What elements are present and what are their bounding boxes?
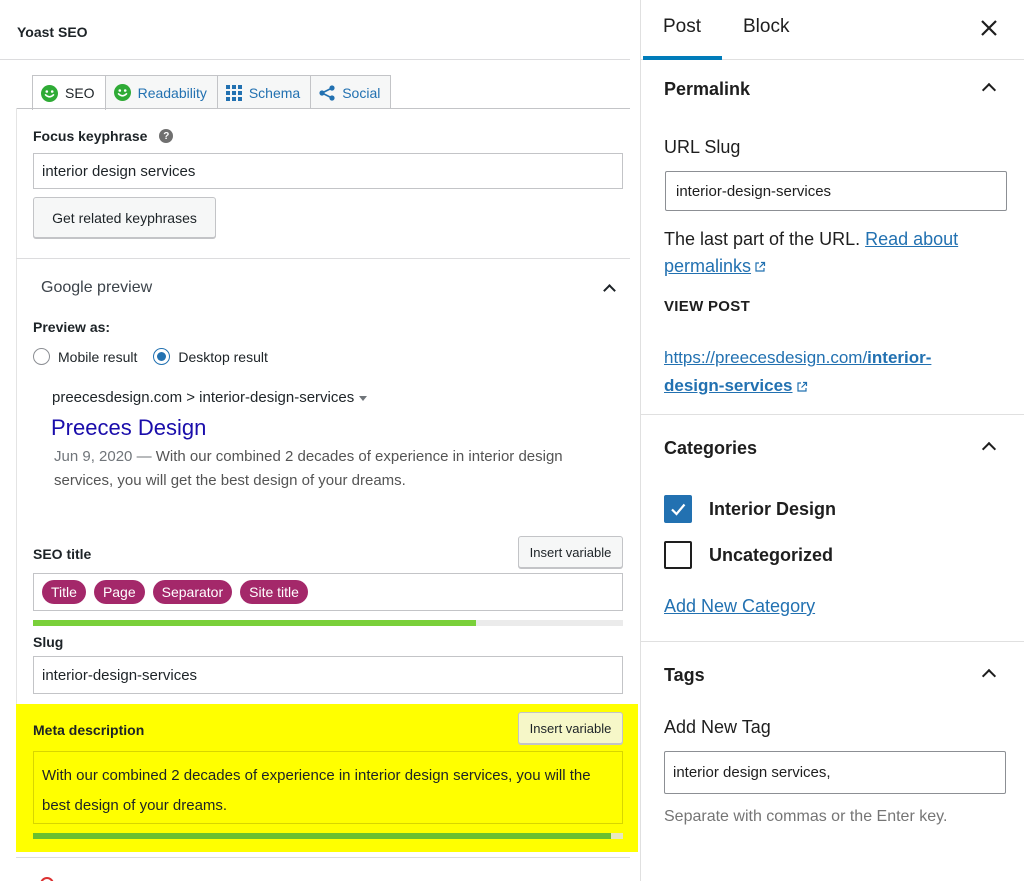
tab-schema[interactable]: Schema: [217, 75, 312, 109]
tab-schema-label: Schema: [248, 84, 301, 101]
slug-input[interactable]: interior-design-services: [33, 656, 623, 694]
meta-description-label: Meta description: [33, 722, 145, 738]
read-about-link[interactable]: Read about: [865, 229, 958, 249]
mobile-result-label[interactable]: Mobile result: [58, 349, 137, 365]
seo-title-label: SEO title: [33, 546, 92, 562]
view-post-label: VIEW POST: [664, 298, 751, 315]
yoast-title: Yoast SEO: [17, 24, 88, 40]
desktop-result-label[interactable]: Desktop result: [178, 349, 267, 365]
section-divider: [641, 641, 1024, 642]
separator-variable-pill[interactable]: Separator: [152, 580, 233, 604]
view-post-url-slug-1[interactable]: interior-: [867, 348, 931, 367]
insert-variable-button[interactable]: Insert variable: [518, 536, 623, 568]
active-tab-indicator: [643, 56, 722, 60]
seo-title-input[interactable]: Title Page Separator Site title: [33, 573, 623, 611]
view-post-url-slug-2[interactable]: design-services: [664, 376, 793, 395]
serp-title[interactable]: Preeces Design: [51, 415, 206, 441]
section-divider: [16, 258, 630, 259]
categories-title[interactable]: Categories: [664, 438, 757, 459]
checkmark-icon: [671, 503, 686, 516]
status-icon: [40, 877, 54, 881]
insert-variable-button[interactable]: Insert variable: [518, 712, 623, 744]
permalinks-link[interactable]: permalinks: [664, 256, 751, 276]
external-link-icon: [755, 262, 766, 272]
sidebar-tabs: Post Block: [641, 0, 1024, 60]
tab-readability-label: Readability: [137, 84, 207, 101]
add-new-tag-label: Add New Tag: [664, 717, 771, 737]
get-related-keyphrases-button[interactable]: Get related keyphrases: [33, 197, 216, 238]
help-icon[interactable]: ?: [159, 129, 174, 144]
tab-readability[interactable]: Readability: [105, 75, 218, 109]
add-new-category-link[interactable]: Add New Category: [664, 596, 815, 617]
meta-description-progress-fill: [33, 833, 612, 839]
permalink-title[interactable]: Permalink: [664, 79, 750, 100]
category-label-uncategorized[interactable]: Uncategorized: [709, 545, 833, 566]
tags-title[interactable]: Tags: [664, 665, 705, 686]
tab-social[interactable]: Social: [311, 75, 392, 109]
tab-seo-label: SEO: [65, 85, 95, 101]
url-slug-input[interactable]: interior-design-services: [665, 171, 1007, 211]
yoast-tabs: SEO Readability Schema Social: [32, 75, 392, 110]
yoast-header: Yoast SEO: [0, 0, 630, 60]
view-post-link[interactable]: https://preecesdesign.com/interior- desi…: [664, 344, 994, 400]
close-icon[interactable]: [977, 16, 1001, 40]
page-variable-pill[interactable]: Page: [93, 580, 145, 604]
preview-mode-radios: Mobile result Desktop result: [33, 348, 268, 365]
section-divider: [641, 414, 1024, 415]
view-post-url-base[interactable]: https://preecesdesign.com/: [664, 348, 867, 367]
tab-block[interactable]: Block: [743, 16, 789, 38]
chevron-up-icon[interactable]: [981, 668, 997, 684]
smiley-icon: [113, 84, 131, 101]
tab-social-label: Social: [342, 84, 381, 101]
serp-description: Jun 9, 2020 — With our combined 2 decade…: [54, 445, 604, 493]
preview-as-label: Preview as:: [33, 319, 111, 335]
permalink-help: The last part of the URL. Read about per…: [664, 226, 994, 280]
mobile-result-radio[interactable]: [33, 348, 50, 365]
chevron-up-icon[interactable]: [981, 441, 997, 457]
chevron-up-icon[interactable]: [981, 82, 997, 98]
slug-label: Slug: [33, 634, 64, 650]
tag-input[interactable]: interior design services,: [664, 751, 1006, 794]
category-checkbox-uncategorized[interactable]: [664, 541, 692, 569]
focus-keyphrase-label: Focus keyphrase ?: [33, 128, 174, 144]
google-preview-title[interactable]: Google preview: [41, 279, 152, 297]
category-label-interior-design[interactable]: Interior Design: [709, 499, 836, 520]
meta-description-progress: [33, 833, 623, 839]
serp-url: preecesdesign.com > interior-design-serv…: [52, 389, 368, 406]
post-settings-sidebar: Post Block Permalink URL Slug interior-d…: [640, 0, 1024, 881]
seo-title-progress-fill: [33, 620, 476, 626]
add-new-category-text[interactable]: Add New Category: [664, 596, 815, 616]
focus-keyphrase-text: Focus keyphrase: [33, 128, 148, 144]
category-checkbox-interior-design[interactable]: [664, 495, 692, 523]
section-divider: [16, 857, 630, 858]
serp-date: Jun 9, 2020 —: [54, 448, 152, 465]
desktop-result-radio[interactable]: [153, 348, 171, 365]
grid-icon: [225, 84, 242, 101]
tags-hint: Separate with commas or the Enter key.: [664, 808, 948, 825]
serp-url-text: preecesdesign.com > interior-design-serv…: [52, 389, 355, 406]
tab-post[interactable]: Post: [663, 16, 701, 38]
external-link-icon: [796, 381, 807, 392]
seo-title-progress: [33, 620, 623, 626]
smiley-icon: [41, 84, 58, 102]
focus-keyphrase-input[interactable]: interior design services: [33, 153, 623, 189]
url-slug-label: URL Slug: [664, 137, 741, 157]
yoast-seo-panel: Yoast SEO SEO Readability Schema Social: [0, 0, 640, 881]
caret-down-icon: [359, 395, 368, 401]
site-title-variable-pill[interactable]: Site title: [240, 580, 308, 604]
meta-description-input[interactable]: With our combined 2 decades of experienc…: [33, 751, 623, 824]
title-variable-pill[interactable]: Title: [42, 580, 86, 604]
share-icon: [319, 84, 335, 101]
permalink-help-text: The last part of the URL.: [664, 229, 861, 249]
tab-seo[interactable]: SEO: [32, 75, 106, 110]
